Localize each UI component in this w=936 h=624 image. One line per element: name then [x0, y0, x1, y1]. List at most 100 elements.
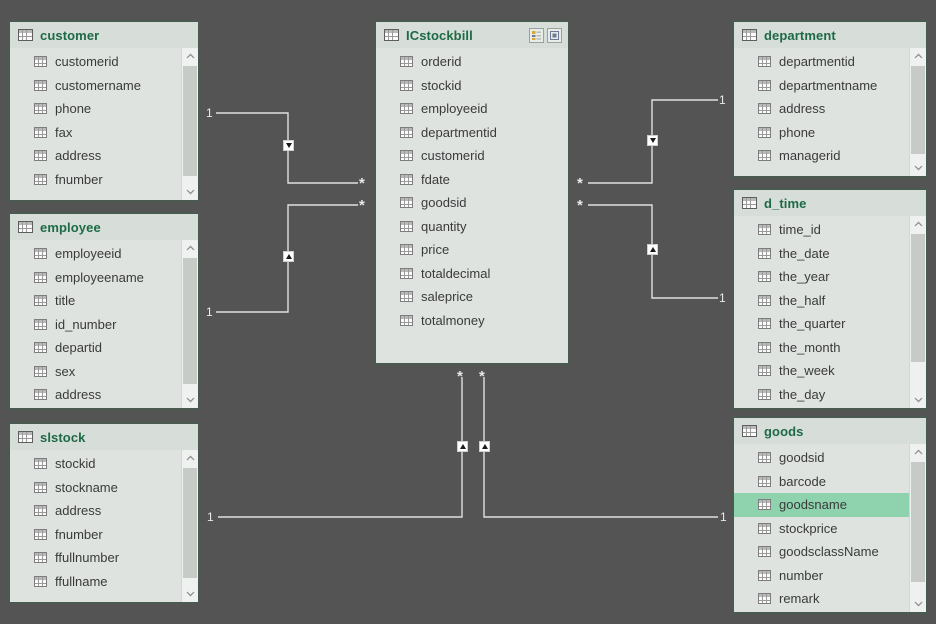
table-header-goods[interactable]: goods: [734, 418, 926, 444]
field-row[interactable]: ffullnumber: [10, 546, 198, 570]
diagram-canvas[interactable]: customer customerid customername phone fax ad…: [0, 0, 936, 624]
field-row[interactable]: phone: [734, 121, 926, 145]
field-row[interactable]: totaldecimal: [376, 262, 568, 286]
scroll-up-icon[interactable]: [182, 48, 198, 64]
field-row[interactable]: departid: [10, 336, 198, 360]
scroll-up-icon[interactable]: [910, 444, 926, 460]
field-row[interactable]: phone: [10, 97, 198, 121]
field-row[interactable]: managerid: [734, 144, 926, 168]
scroll-down-icon[interactable]: [910, 392, 926, 408]
field-row[interactable]: title: [10, 289, 198, 313]
field-row[interactable]: id_number: [10, 313, 198, 337]
field-row[interactable]: goodsname: [734, 493, 926, 517]
field-row[interactable]: barcode: [734, 470, 926, 494]
field-row[interactable]: address: [10, 499, 198, 523]
scroll-up-icon[interactable]: [910, 216, 926, 232]
field-row[interactable]: departmentid: [376, 121, 568, 145]
scroll-up-icon[interactable]: [182, 240, 198, 256]
field-row[interactable]: address: [734, 97, 926, 121]
cross-filter-direction-marker[interactable]: [283, 251, 294, 262]
vertical-scrollbar[interactable]: [181, 48, 198, 200]
table-panel-ICstockbill[interactable]: ICstockbill orderid stockid employeeid depar…: [374, 20, 570, 365]
field-row[interactable]: the_year: [734, 265, 926, 289]
field-row[interactable]: sex: [10, 360, 198, 384]
field-row[interactable]: goodsid: [734, 446, 926, 470]
field-row[interactable]: customerid: [10, 50, 198, 74]
field-row[interactable]: fnumber: [10, 523, 198, 547]
scroll-up-icon[interactable]: [182, 450, 198, 466]
cross-filter-direction-marker[interactable]: [647, 244, 658, 255]
scrollbar-thumb[interactable]: [911, 462, 925, 582]
field-row[interactable]: time_id: [734, 218, 926, 242]
cross-filter-direction-marker[interactable]: [457, 441, 468, 452]
field-row[interactable]: stockname: [10, 476, 198, 500]
cross-filter-direction-marker[interactable]: [479, 441, 490, 452]
scrollbar-thumb[interactable]: [911, 66, 925, 154]
field-row[interactable]: address: [10, 144, 198, 168]
field-row[interactable]: totalmoney: [376, 309, 568, 333]
relationship-line-goods-to-icstockbill[interactable]: [483, 377, 718, 518]
vertical-scrollbar[interactable]: [909, 216, 926, 408]
vertical-scrollbar[interactable]: [181, 240, 198, 408]
table-panel-customer[interactable]: customer customerid customername phone fax ad…: [8, 20, 200, 202]
field-row[interactable]: departmentid: [734, 50, 926, 74]
field-row[interactable]: the_day: [734, 383, 926, 407]
scroll-up-icon[interactable]: [910, 48, 926, 64]
field-row[interactable]: customername: [10, 74, 198, 98]
field-row[interactable]: quantity: [376, 215, 568, 239]
field-row[interactable]: employeeid: [376, 97, 568, 121]
field-row[interactable]: orderid: [376, 50, 568, 74]
table-header-slstock[interactable]: slstock: [10, 424, 198, 450]
field-row[interactable]: stockprice: [734, 517, 926, 541]
field-row[interactable]: the_date: [734, 242, 926, 266]
field-row[interactable]: remark: [734, 587, 926, 611]
field-row[interactable]: price: [376, 238, 568, 262]
field-row[interactable]: the_quarter: [734, 312, 926, 336]
field-row[interactable]: fax: [10, 121, 198, 145]
table-panel-slstock[interactable]: slstock stockid stockname address fnumber ffu…: [8, 422, 200, 604]
table-panel-goods[interactable]: goods goodsid barcode goodsname stockprice go…: [732, 416, 928, 614]
table-header-customer[interactable]: customer: [10, 22, 198, 48]
field-row[interactable]: employeeid: [10, 242, 198, 266]
field-row[interactable]: saleprice: [376, 285, 568, 309]
scrollbar-thumb[interactable]: [183, 468, 197, 578]
field-row[interactable]: goodsclassName: [734, 540, 926, 564]
field-row[interactable]: stockid: [376, 74, 568, 98]
vertical-scrollbar[interactable]: [181, 450, 198, 602]
scroll-down-icon[interactable]: [910, 596, 926, 612]
scrollbar-thumb[interactable]: [183, 258, 197, 384]
field-row[interactable]: departmentname: [734, 74, 926, 98]
table-panel-employee[interactable]: employee employeeid employeename title id_nu…: [8, 212, 200, 410]
field-row[interactable]: address: [10, 383, 198, 407]
field-row[interactable]: stockid: [10, 452, 198, 476]
scroll-down-icon[interactable]: [910, 160, 926, 176]
field-row[interactable]: customerid: [376, 144, 568, 168]
cross-filter-direction-marker[interactable]: [647, 135, 658, 146]
table-header-department[interactable]: department: [734, 22, 926, 48]
field-row[interactable]: goodsid: [376, 191, 568, 215]
scroll-down-icon[interactable]: [182, 392, 198, 408]
table-header-d_time[interactable]: d_time: [734, 190, 926, 216]
vertical-scrollbar[interactable]: [909, 48, 926, 176]
scrollbar-thumb[interactable]: [183, 66, 197, 176]
field-row[interactable]: number: [734, 564, 926, 588]
field-row[interactable]: the_half: [734, 289, 926, 313]
field-row[interactable]: employeename: [10, 266, 198, 290]
table-panel-d_time[interactable]: d_time time_id the_date the_year the_half the…: [732, 188, 928, 410]
expand-fields-icon[interactable]: [529, 27, 544, 43]
scrollbar-thumb[interactable]: [911, 234, 925, 362]
table-panel-department[interactable]: department departmentid departmentname addr…: [732, 20, 928, 178]
field-row[interactable]: fdate: [376, 168, 568, 192]
cross-filter-direction-marker[interactable]: [283, 140, 294, 151]
scroll-down-icon[interactable]: [182, 184, 198, 200]
vertical-scrollbar[interactable]: [909, 444, 926, 612]
field-row[interactable]: ffullname: [10, 570, 198, 594]
table-header-employee[interactable]: employee: [10, 214, 198, 240]
relationship-line-slstock-to-icstockbill[interactable]: [218, 377, 463, 518]
field-row[interactable]: the_month: [734, 336, 926, 360]
collapse-panel-icon[interactable]: [547, 27, 562, 43]
scroll-down-icon[interactable]: [182, 586, 198, 602]
field-row[interactable]: fnumber: [10, 168, 198, 192]
table-header-ICstockbill[interactable]: ICstockbill: [376, 22, 568, 48]
field-row[interactable]: the_week: [734, 359, 926, 383]
